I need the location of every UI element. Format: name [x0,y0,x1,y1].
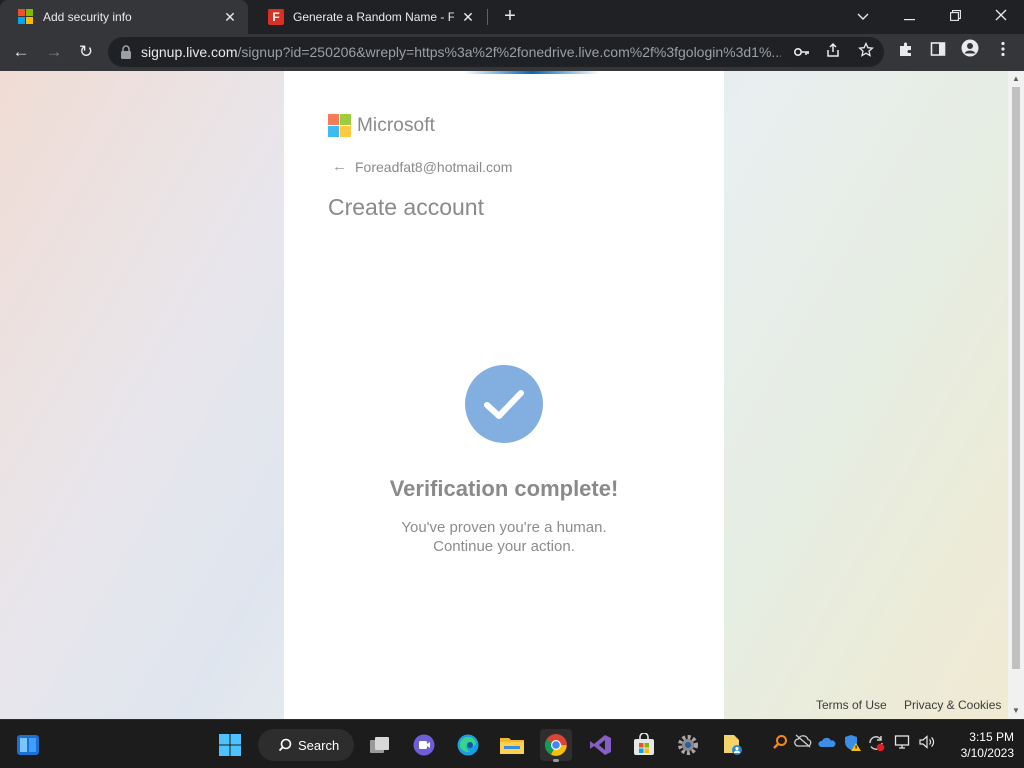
scroll-thumb[interactable] [1012,87,1020,669]
microsoft-logo-icon [18,9,34,25]
forward-button[interactable]: → [40,38,68,66]
identity-email: Foreadfat8@hotmail.com [355,158,513,175]
clock-time: 3:15 PM [969,730,1014,744]
reload-button[interactable]: ↻ [72,38,100,66]
privacy-cookies-link[interactable]: Privacy & Cookies [904,698,1001,712]
url-text[interactable]: signup.live.com/signup?id=250206&wreply=… [141,37,781,67]
fake-name-generator-icon: F [268,9,284,25]
tab-divider [487,9,488,25]
teams-chat-icon[interactable] [408,729,440,761]
signup-card: Microsoft ← Foreadfat8@hotmail.com Creat… [284,71,724,719]
back-button[interactable]: ← [7,38,35,66]
microsoft-logo-icon [328,114,351,137]
close-tab-icon[interactable]: ✕ [460,9,476,26]
task-view-icon[interactable] [364,729,396,761]
extensions-puzzle-icon[interactable] [892,38,920,66]
tab-title: Generate a Random Name - Fake [293,10,454,24]
cloud-offline-icon[interactable] [794,734,812,754]
settings-gear-icon[interactable] [672,729,704,761]
microsoft-store-icon[interactable] [628,729,660,761]
progress-accent [464,71,600,74]
security-warning-icon[interactable] [843,734,861,754]
search-magnifier-tray-icon[interactable] [771,734,789,754]
close-window-button[interactable] [978,0,1024,34]
sync-alert-icon[interactable] [867,734,885,754]
identity-banner[interactable]: ← Foreadfat8@hotmail.com [332,158,512,175]
key-icon[interactable] [792,42,812,62]
start-windows-icon[interactable] [214,729,246,761]
side-panel-icon[interactable] [924,38,952,66]
microsoft-wordmark: Microsoft [357,114,435,136]
lock-icon [121,45,131,59]
file-explorer-icon[interactable] [496,729,528,761]
scroll-up-icon[interactable]: ▲ [1008,71,1024,87]
notepad-user-icon[interactable] [716,729,748,761]
verification-line-2: Continue your action. [433,538,575,555]
chrome-menu-icon[interactable] [989,38,1017,66]
network-display-icon[interactable] [894,734,912,754]
scroll-down-icon[interactable]: ▼ [1008,703,1024,719]
profile-avatar-icon[interactable] [956,38,984,66]
taskbar-search-button[interactable]: Search [258,729,354,761]
close-tab-icon[interactable]: ✕ [222,9,238,26]
browser-toolbar: ← → ↻ signup.live.com/signup?id=250206&w… [0,34,1024,71]
edge-browser-icon[interactable] [452,729,484,761]
tab-fake-name-generator[interactable]: F Generate a Random Name - Fake ✕ [250,0,486,34]
visual-studio-icon[interactable] [584,729,616,761]
search-label: Search [298,737,340,753]
back-arrow-icon[interactable]: ← [332,158,347,175]
system-clock[interactable]: 3:15 PM 3/10/2023 [944,729,1014,761]
verification-line-1: You've proven you're a human. [401,519,607,536]
search-icon [278,738,292,752]
tab-strip: Add security info ✕ F Generate a Random … [0,0,1024,34]
clock-date: 3/10/2023 [960,746,1014,760]
page-title: Create account [328,194,484,220]
url-host: signup.live.com [141,44,238,60]
page-viewport: Microsoft ← Foreadfat8@hotmail.com Creat… [0,71,1008,719]
windows-taskbar: Search 3:15 PM 3/10/2023 [0,719,1024,768]
microsoft-brand: Microsoft [328,114,435,137]
tab-search-dropdown-icon[interactable] [840,0,886,34]
terms-of-use-link[interactable]: Terms of Use [816,698,887,712]
restore-button[interactable] [932,0,978,34]
verification-title: Verification complete! [389,476,619,501]
tab-title: Add security info [43,10,132,24]
verification-message: You've proven you're a human. Continue y… [284,518,724,556]
page-scrollbar[interactable]: ▲ ▼ [1008,71,1024,719]
url-path: /signup?id=250206&wreply=https%3a%2f%2fo… [237,44,782,60]
active-app-indicator [553,759,559,762]
checkmark-icon [465,365,543,443]
tab-add-security-info[interactable]: Add security info ✕ [0,0,248,34]
new-tab-button[interactable]: + [498,5,522,29]
chrome-taskbar-icon[interactable] [540,729,572,762]
bookmark-star-icon[interactable] [856,41,876,62]
minimize-button[interactable] [886,0,932,34]
share-icon[interactable] [823,42,843,62]
address-bar[interactable]: signup.live.com/signup?id=250206&wreply=… [108,37,884,67]
volume-icon[interactable] [918,734,936,754]
onedrive-icon[interactable] [818,734,836,754]
widgets-icon[interactable] [12,729,44,761]
